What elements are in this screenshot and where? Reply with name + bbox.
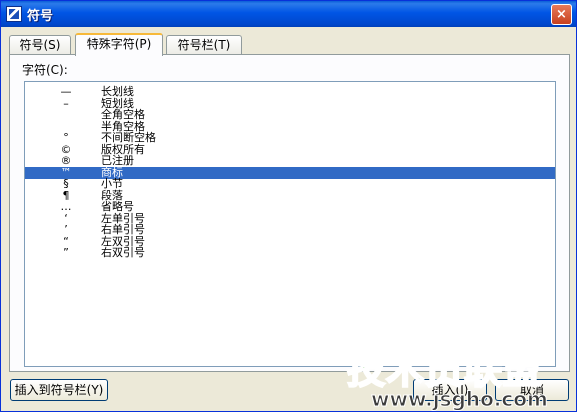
title-bar[interactable]: 符号 × — [1, 1, 576, 27]
symbol-dialog: 符号 × 符号(S) 特殊字符(P) 符号栏(T) 字符(C): — 长划线 – 短划… — [0, 0, 577, 412]
character-row[interactable]: ” 右双引号 — [25, 247, 555, 259]
insert-button[interactable]: 插入(I) — [413, 379, 487, 401]
special-characters-panel: 字符(C): — 长划线 – 短划线 全角空格 半角空格 ° 不间断空格 © 版权所有 ® 已注册 ™ 商… — [9, 54, 570, 372]
app-logo-icon — [6, 6, 22, 22]
tab-symbol-toolbar[interactable]: 符号栏(T) — [166, 35, 242, 55]
characters-label: 字符(C): — [22, 63, 68, 77]
add-to-toolbar-button[interactable]: 插入到符号栏(Y) — [10, 379, 108, 401]
character-symbol: ” — [63, 246, 69, 259]
character-name: 右双引号 — [101, 246, 145, 259]
window-title: 符号 — [27, 9, 54, 24]
characters-list[interactable]: — 长划线 – 短划线 全角空格 半角空格 ° 不间断空格 © 版权所有 ® 已注册 ™ 商标 § 小节 ¶ 段落… — [24, 81, 556, 367]
tab-symbols[interactable]: 符号(S) — [9, 35, 71, 55]
close-button[interactable]: × — [551, 4, 572, 25]
cancel-button[interactable]: 取消 — [495, 379, 569, 401]
tab-special-characters[interactable]: 特殊字符(P) — [75, 33, 163, 56]
character-symbol: – — [63, 96, 69, 110]
